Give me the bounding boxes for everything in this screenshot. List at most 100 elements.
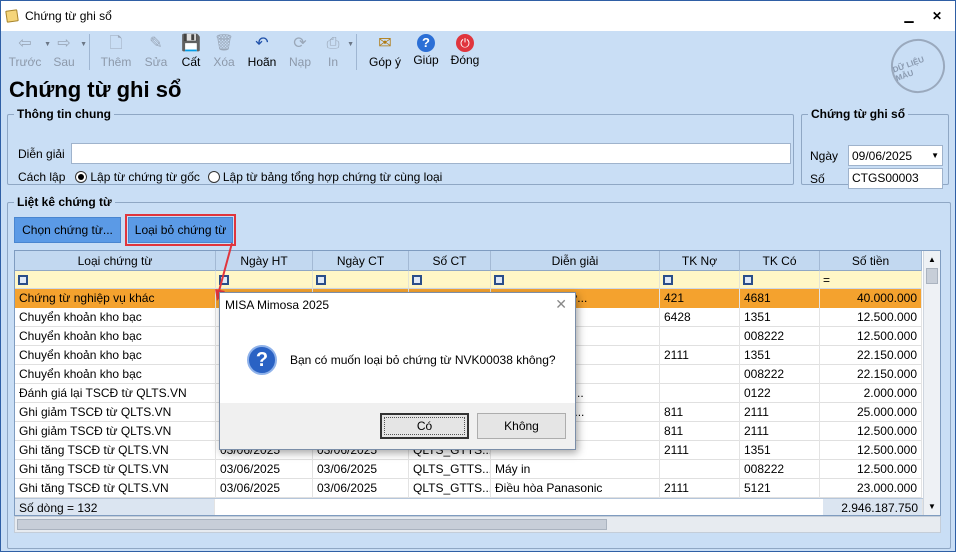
reload-icon: ⟳ [293,35,307,52]
horizontal-scroll-thumb[interactable] [17,519,607,530]
toolbar-button-1[interactable]: ⇨ Sau ▼ [49,31,87,73]
column-header[interactable]: Loại chứng từ [15,251,216,271]
method-label: Cách lập [18,170,66,184]
table-cell: Ghi tăng TSCĐ từ QLTS.VN [15,460,216,479]
filter-cell[interactable] [409,271,491,289]
table-cell: 03/06/2025 [216,460,313,479]
toolbar-label: Giúp [413,53,439,67]
table-cell: 23.000.000 [820,479,922,498]
dialog-close-icon[interactable]: ✕ [555,296,567,313]
number-label: Số [810,172,825,186]
toolbar-button-8[interactable]: ⎙ In ▼ [320,31,354,73]
filter-icon[interactable] [494,275,504,285]
toolbar-label: Trước [8,55,42,69]
toolbar-button-2[interactable]: 🗋 Thêm [98,31,134,73]
table-cell: Máy in [491,460,660,479]
scroll-down-icon[interactable]: ▼ [924,498,940,515]
table-cell: Đánh giá lại TSCĐ từ QLTS.VN [15,384,216,403]
toolbar-button-4[interactable]: 💾 Cất [178,31,204,73]
toolbar-button-6[interactable]: ↶ Hoãn [244,31,280,73]
table-cell: Ghi giảm TSCĐ từ QLTS.VN [15,403,216,422]
dropdown-arrow-icon[interactable]: ▼ [347,41,354,48]
filter-icon[interactable] [412,275,422,285]
description-input[interactable] [71,143,791,164]
column-header[interactable]: TK Nợ [660,251,740,271]
table-cell: 12.500.000 [820,460,922,479]
table-cell: Chuyển khoản kho bạc [15,346,216,365]
table-cell: 2111 [660,346,740,365]
yes-button[interactable]: Có [380,413,469,439]
date-label: Ngày [810,149,839,163]
no-button[interactable]: Không [477,413,566,439]
table-cell: 12.500.000 [820,327,922,346]
dropdown-arrow-icon: ▼ [931,151,939,160]
column-header[interactable]: Diễn giải [491,251,660,271]
toolbar-label: Sau [53,55,75,69]
table-cell: 2111 [740,422,820,441]
voucher-number-input[interactable]: CTGS00003 [848,168,943,189]
column-header[interactable]: Ngày CT [313,251,409,271]
grid-footer: Số dòng = 132 2.946.187.750 [15,498,923,515]
choose-vouchers-button[interactable]: Chọn chứng từ... [14,217,121,243]
toolbar-button-10[interactable]: ? Giúp [411,31,441,73]
table-cell: 5121 [740,479,820,498]
filter-icon[interactable] [316,275,326,285]
date-picker[interactable]: 09/06/2025 ▼ [848,145,943,166]
row-count: Số dòng = 132 [15,499,215,515]
toolbar-label: Nạp [288,55,311,69]
table-row[interactable]: Ghi tăng TSCĐ từ QLTS.VN 03/06/2025 03/06/… [15,460,922,479]
table-cell: 1351 [740,346,820,365]
minimize-button[interactable]: ▁ [895,7,923,25]
table-cell: Chuyển khoản kho bạc [15,365,216,384]
vertical-scrollbar[interactable]: ▲ ▼ [923,251,940,515]
filter-icon[interactable] [743,275,753,285]
filter-cell[interactable] [660,271,740,289]
scroll-thumb[interactable] [926,268,938,284]
dropdown-arrow-icon[interactable]: ▼ [80,41,87,48]
toolbar-button-11[interactable]: ⏻ Đóng [447,31,483,73]
filter-cell[interactable] [313,271,409,289]
table-cell [660,460,740,479]
table-cell: Ghi tăng TSCĐ từ QLTS.VN [15,441,216,460]
table-row[interactable]: Ghi tăng TSCĐ từ QLTS.VN 03/06/2025 03/06/… [15,479,922,498]
table-cell: Điều hòa Panasonic [491,479,660,498]
table-cell: 12.500.000 [820,422,922,441]
horizontal-scrollbar[interactable] [14,516,941,533]
radio-from-summary[interactable]: Lập từ bảng tổng hợp chứng từ cùng loại [207,170,442,184]
column-header[interactable]: Số CT [409,251,491,271]
table-cell: 1351 [740,441,820,460]
toolbar-label: Cất [181,55,201,69]
table-cell: Chuyển khoản kho bạc [15,308,216,327]
toolbar-button-0[interactable]: ⇦ Trước ▼ [7,31,51,73]
new-doc-icon: 🗋 [109,35,123,52]
radio-from-source-docs[interactable]: Lập từ chứng từ gốc [75,170,200,184]
column-header[interactable]: Số tiền [820,251,922,271]
table-cell: 22.150.000 [820,346,922,365]
filter-icon[interactable] [663,275,673,285]
toolbar-button-7[interactable]: ⟳ Nạp [286,31,314,73]
table-cell: Chuyển khoản kho bạc [15,327,216,346]
toolbar-button-5[interactable]: 🗑 Xóa [210,31,238,73]
toolbar-button-9[interactable]: ✉ Góp ý [365,31,405,73]
scroll-up-icon[interactable]: ▲ [924,251,940,268]
table-cell: 008222 [740,365,820,384]
dialog-message: Bạn có muốn loại bỏ chứng từ NVK00038 kh… [290,353,556,367]
table-cell: 811 [660,422,740,441]
total-amount: 2.946.187.750 [823,499,923,515]
table-cell: 6428 [660,308,740,327]
table-cell: 0122 [740,384,820,403]
filter-cell[interactable]: = [820,271,922,289]
table-cell: 12.500.000 [820,441,922,460]
filter-icon[interactable] [18,275,28,285]
filter-cell[interactable] [15,271,216,289]
toolbar-label: Hoãn [247,55,277,69]
toolbar-button-3[interactable]: ✎ Sửa [140,31,172,73]
column-header[interactable]: TK Có [740,251,820,271]
voucher-group: Chứng từ ghi sổ Ngày 09/06/2025 ▼ Số CTGS… [801,107,949,189]
general-info-legend: Thông tin chung [17,107,111,121]
edit-icon: ✎ [149,35,163,52]
table-cell: 2111 [660,441,740,460]
filter-cell[interactable] [740,271,820,289]
close-window-button[interactable]: ✕ [923,7,951,25]
filter-cell[interactable] [491,271,660,289]
